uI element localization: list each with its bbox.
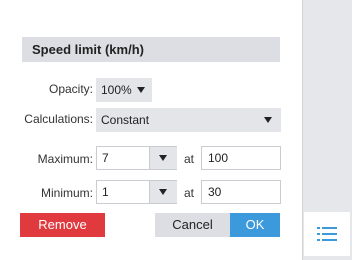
opacity-label: Opacity:	[48, 82, 93, 96]
maximum-label: Maximum:	[37, 152, 93, 166]
minimum-select[interactable]: 1	[96, 180, 177, 204]
minimum-label: Minimum:	[40, 186, 93, 200]
maximum-select-toggle[interactable]	[149, 147, 177, 169]
chevron-down-icon	[137, 87, 145, 93]
minimum-value: 1	[102, 185, 109, 199]
maximum-select[interactable]: 7	[96, 146, 177, 170]
panel-title: Speed limit (km/h)	[22, 37, 280, 62]
calculations-select[interactable]: Constant	[96, 108, 281, 132]
calculations-value: Constant	[101, 113, 150, 127]
maximum-value: 7	[102, 151, 109, 165]
list-icon	[317, 227, 337, 241]
chevron-down-icon	[159, 189, 167, 195]
ok-button[interactable]: OK	[230, 213, 280, 237]
maximum-at-label: at	[183, 152, 194, 166]
maximum-at-input[interactable]: 100	[201, 146, 281, 170]
calculations-label: Calculations:	[24, 112, 93, 126]
remove-button[interactable]: Remove	[20, 213, 105, 237]
list-toggle-button[interactable]	[304, 212, 350, 256]
opacity-select[interactable]: 100%	[96, 78, 152, 102]
minimum-at-input[interactable]: 30	[201, 180, 281, 204]
cancel-button[interactable]: Cancel	[155, 213, 230, 237]
chevron-down-icon	[159, 155, 167, 161]
minimum-select-toggle[interactable]	[149, 181, 177, 203]
chevron-down-icon	[264, 117, 272, 123]
minimum-at-label: at	[183, 186, 194, 200]
opacity-value: 100%	[101, 83, 132, 97]
